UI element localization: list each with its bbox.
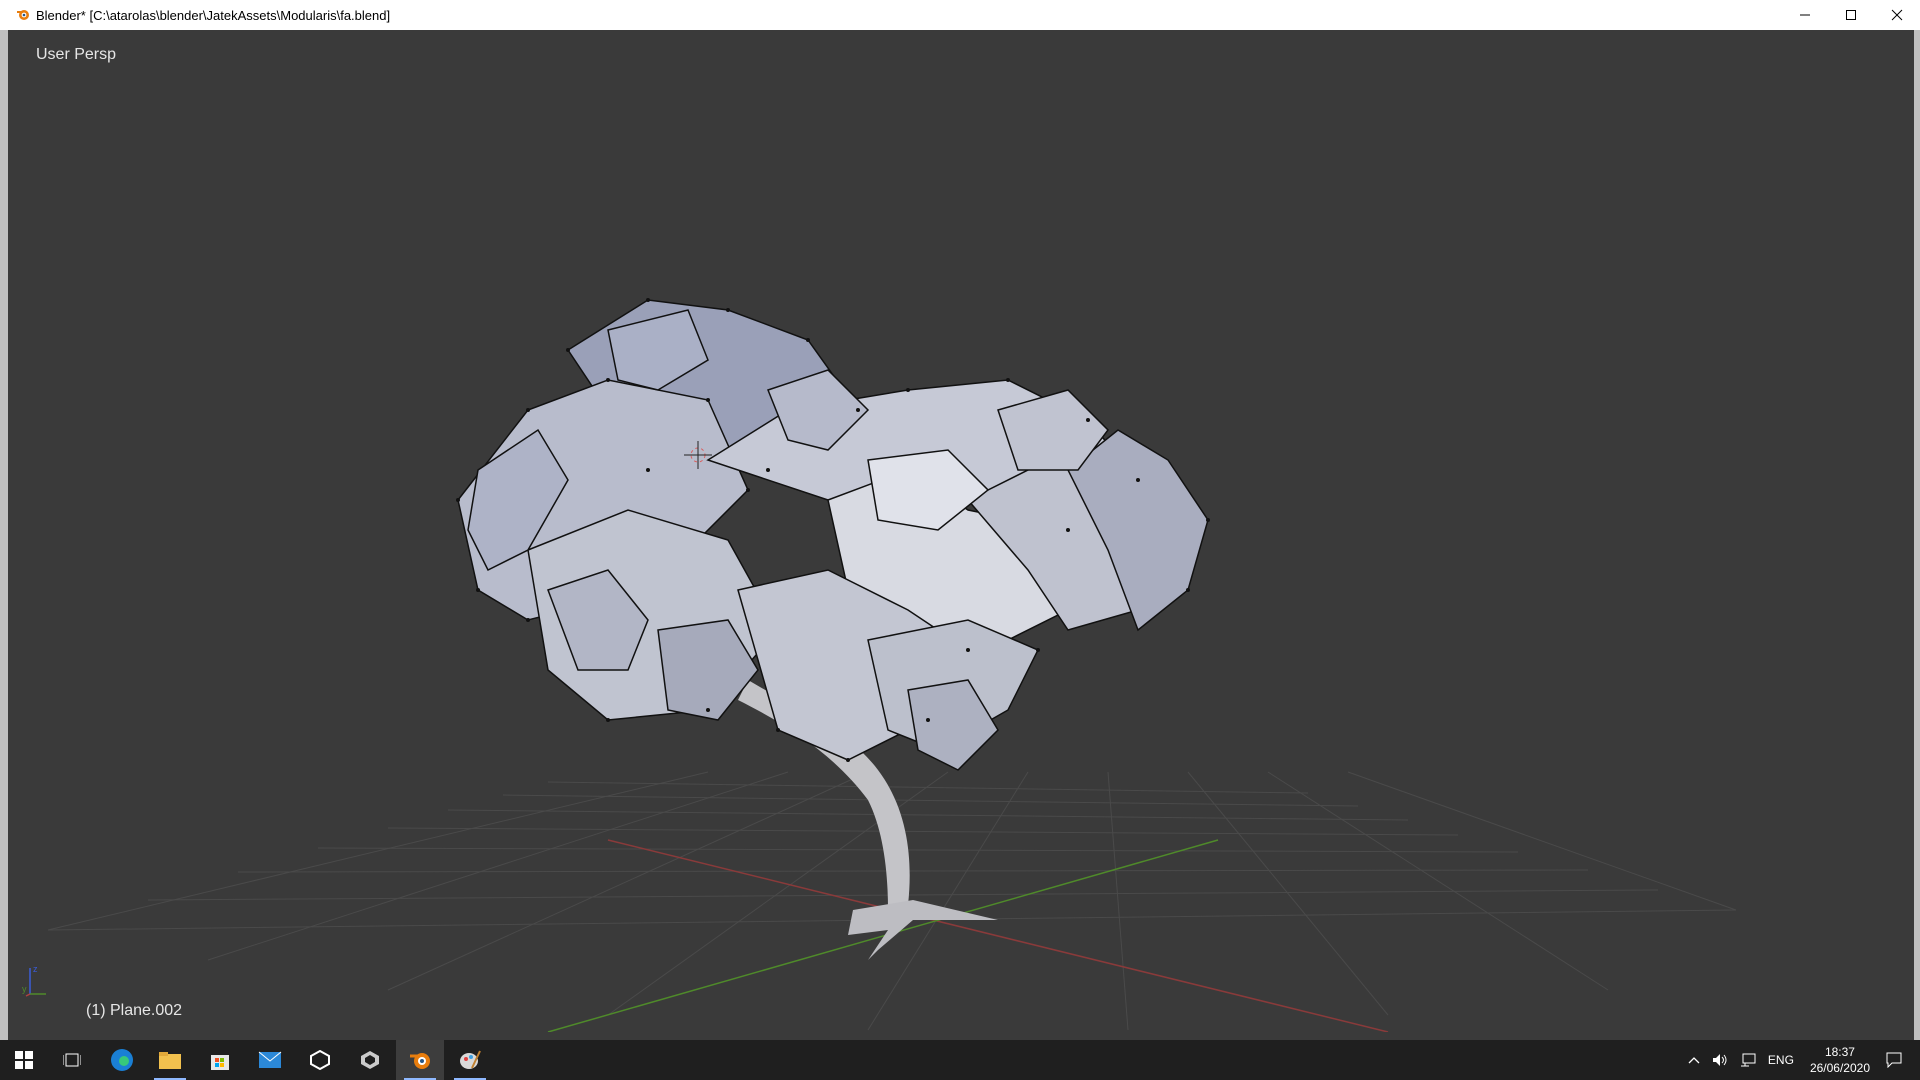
maximize-icon[interactable]	[1828, 0, 1874, 30]
unity-icon[interactable]	[296, 1040, 344, 1080]
active-object-label: (1) Plane.002	[86, 1002, 183, 1019]
clock[interactable]: 18:37 26/06/2020	[1810, 1044, 1870, 1076]
y-axis-line	[547, 839, 1219, 1032]
system-tray: ENG 18:37 26/06/2020	[1682, 1040, 1920, 1080]
paint-icon[interactable]	[446, 1040, 494, 1080]
chevron-up-icon[interactable]	[1688, 1056, 1700, 1064]
blender-icon[interactable]	[396, 1040, 444, 1080]
window-title: Blender* [C:\atarolas\blender\JatekAsset…	[36, 7, 391, 23]
windows-start-icon[interactable]	[0, 1040, 48, 1080]
clock-date: 26/06/2020	[1809, 1061, 1870, 1075]
language-indicator[interactable]: ENG	[1768, 1053, 1794, 1067]
right-ruler-edge	[1914, 30, 1920, 1040]
tree-canopy	[457, 299, 1209, 771]
minimize-icon[interactable]	[1782, 0, 1828, 30]
title-bar[interactable]: Blender* [C:\atarolas\blender\JatekAsset…	[0, 0, 1920, 30]
x-axis-line	[607, 839, 1389, 1032]
task-view-icon[interactable]	[48, 1040, 96, 1080]
left-ruler-edge	[0, 30, 8, 1040]
window-controls	[1782, 0, 1920, 30]
clock-time: 18:37	[1824, 1045, 1855, 1059]
view-mode-label: User Persp	[36, 46, 117, 63]
svg-text:y: y	[22, 984, 27, 994]
blender-window: Blender* [C:\atarolas\blender\JatekAsset…	[0, 0, 1920, 1040]
svg-text:z: z	[33, 964, 38, 974]
volume-icon[interactable]	[1712, 1053, 1728, 1067]
axis-gizmo-icon: z y	[16, 960, 56, 1005]
store-icon[interactable]	[196, 1040, 244, 1080]
close-icon[interactable]	[1874, 0, 1920, 30]
file-explorer-icon[interactable]	[146, 1040, 194, 1080]
unity-hub-icon[interactable]	[346, 1040, 394, 1080]
3d-viewport[interactable]: User Persp (1) Plane.002 z y	[8, 30, 1914, 1032]
edge-browser-icon[interactable]	[98, 1040, 146, 1080]
network-icon[interactable]	[1740, 1053, 1756, 1067]
mail-icon[interactable]	[246, 1040, 294, 1080]
notifications-icon[interactable]	[1886, 1052, 1902, 1068]
viewport-scene	[47, 298, 1737, 1032]
windows-taskbar: ENG 18:37 26/06/2020	[0, 1040, 1920, 1080]
blender-logo-icon	[16, 8, 30, 22]
